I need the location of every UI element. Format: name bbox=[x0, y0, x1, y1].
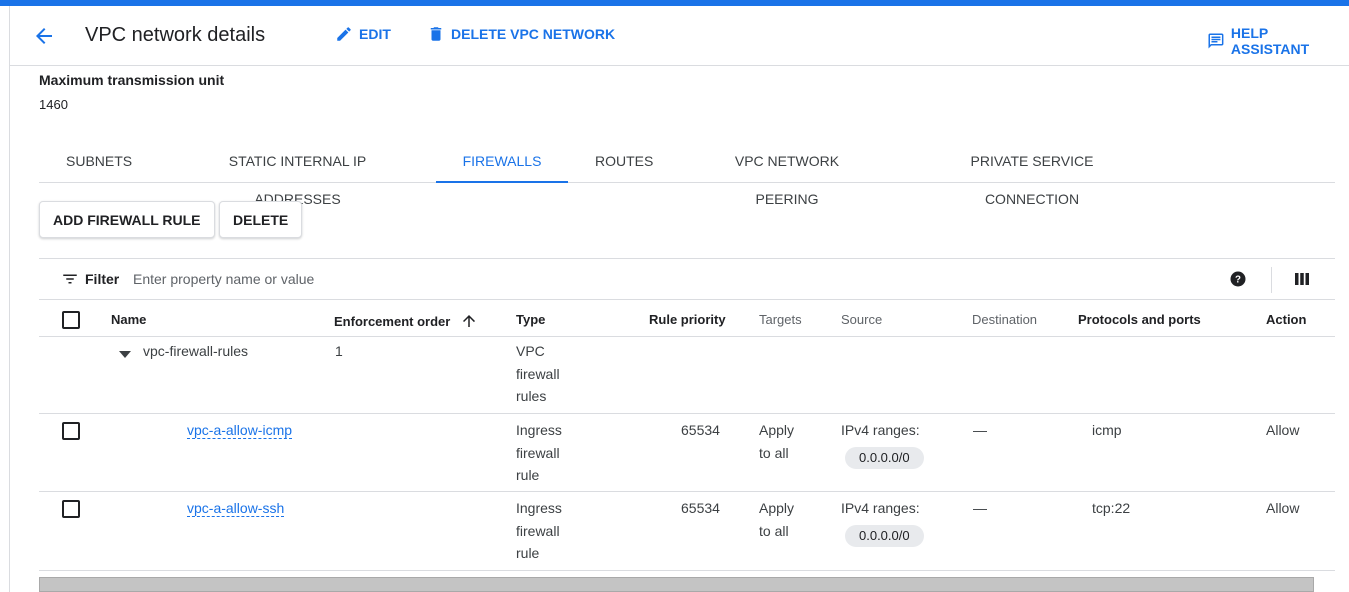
help-icon[interactable]: ? bbox=[1229, 270, 1247, 288]
tab-bar: SUBNETS STATIC INTERNAL IP ADDRESSES FIR… bbox=[39, 142, 1335, 207]
rule-name-cell: vpc-a-allow-icmp bbox=[187, 419, 293, 442]
enforcement-order-label: Enforcement order bbox=[334, 314, 451, 329]
rule-name-link[interactable]: vpc-a-allow-ssh bbox=[187, 500, 285, 517]
rule-type: Ingress firewall rule bbox=[516, 422, 562, 483]
rule-action: Allow bbox=[1266, 422, 1300, 438]
toolbar-divider bbox=[1271, 267, 1272, 293]
help-assistant-button[interactable]: HELP ASSISTANT bbox=[1207, 25, 1349, 57]
group-enforcement-order: 1 bbox=[335, 343, 343, 359]
rule-name-cell: vpc-a-allow-ssh bbox=[187, 497, 285, 520]
column-header-name[interactable]: Name bbox=[111, 312, 146, 327]
page-header: VPC network details EDIT DELETE VPC NETW… bbox=[10, 6, 1349, 66]
rule-protocols: icmp bbox=[1092, 422, 1122, 438]
help-assistant-label: HELP ASSISTANT bbox=[1230, 25, 1310, 57]
column-header-targets[interactable]: Targets bbox=[759, 312, 802, 327]
page-title: VPC network details bbox=[85, 24, 266, 46]
rule-destination: — bbox=[973, 422, 987, 438]
group-type: VPC firewall rules bbox=[516, 343, 560, 404]
trash-icon bbox=[430, 27, 442, 41]
left-divider bbox=[9, 6, 10, 592]
rule-name-link[interactable]: vpc-a-allow-icmp bbox=[187, 422, 293, 439]
select-all-checkbox[interactable] bbox=[62, 311, 80, 329]
filter-icon bbox=[61, 270, 79, 288]
add-firewall-rule-button[interactable]: ADD FIREWALL RULE bbox=[39, 201, 215, 238]
delete-vpc-network-button[interactable]: DELETE VPC NETWORK bbox=[427, 25, 615, 43]
group-row: vpc-firewall-rules 1 VPC firewall rules bbox=[39, 337, 1335, 414]
rule-source-label: IPv4 ranges: bbox=[841, 422, 920, 438]
filter-bar: Filter ? bbox=[39, 258, 1335, 300]
column-header-type[interactable]: Type bbox=[516, 312, 545, 327]
sort-arrow-up-icon bbox=[462, 315, 475, 327]
tab-static-internal-ip-addresses[interactable]: STATIC INTERNAL IP ADDRESSES bbox=[185, 142, 410, 207]
column-header-action[interactable]: Action bbox=[1266, 312, 1306, 327]
tab-subnets[interactable]: SUBNETS bbox=[66, 142, 132, 182]
horizontal-scrollbar[interactable] bbox=[39, 577, 1314, 592]
column-header-protocols-and-ports[interactable]: Protocols and ports bbox=[1078, 312, 1201, 327]
svg-text:?: ? bbox=[1235, 274, 1241, 285]
tab-routes[interactable]: ROUTES bbox=[595, 142, 653, 182]
rule-priority: 65534 bbox=[681, 500, 720, 516]
group-name: vpc-firewall-rules bbox=[143, 343, 249, 359]
mtu-value: 1460 bbox=[39, 97, 68, 112]
tab-vpc-network-peering[interactable]: VPC NETWORK PEERING bbox=[704, 142, 870, 207]
delete-vpc-network-label: DELETE VPC NETWORK bbox=[451, 26, 616, 42]
rule-priority: 65534 bbox=[681, 422, 720, 438]
table-row: vpc-a-allow-icmp Ingress firewall rule 6… bbox=[39, 414, 1335, 492]
pencil-icon bbox=[337, 27, 351, 41]
source-range-chip: 0.0.0.0/0 bbox=[845, 525, 924, 547]
rule-destination: — bbox=[973, 500, 987, 516]
chat-icon bbox=[1208, 33, 1224, 49]
filter-input[interactable] bbox=[133, 267, 633, 291]
tab-private-service-connection[interactable]: PRIVATE SERVICE CONNECTION bbox=[924, 142, 1140, 207]
rule-protocols: tcp:22 bbox=[1092, 500, 1131, 516]
filter-label: Filter bbox=[85, 271, 120, 287]
table-header: Name Enforcement order Type Rule priorit… bbox=[39, 301, 1335, 337]
rule-source-label: IPv4 ranges: bbox=[841, 500, 920, 516]
row-checkbox[interactable] bbox=[62, 500, 80, 518]
table-row: vpc-a-allow-ssh Ingress firewall rule 65… bbox=[39, 492, 1335, 571]
column-display-icon[interactable] bbox=[1294, 271, 1310, 287]
edit-label: EDIT bbox=[359, 26, 391, 42]
column-header-rule-priority[interactable]: Rule priority bbox=[649, 312, 726, 327]
column-header-destination[interactable]: Destination bbox=[972, 312, 1037, 327]
column-header-enforcement-order[interactable]: Enforcement order bbox=[334, 312, 478, 330]
rule-targets: Apply to all bbox=[759, 422, 795, 461]
back-arrow-icon[interactable] bbox=[32, 24, 56, 48]
source-range-chip: 0.0.0.0/0 bbox=[845, 447, 924, 469]
delete-button[interactable]: DELETE bbox=[219, 201, 303, 238]
rule-action: Allow bbox=[1266, 500, 1300, 516]
rule-targets: Apply to all bbox=[759, 500, 795, 539]
mtu-label: Maximum transmission unit bbox=[39, 72, 225, 88]
expand-triangle-icon[interactable] bbox=[119, 347, 131, 365]
rule-type: Ingress firewall rule bbox=[516, 500, 562, 561]
column-header-source[interactable]: Source bbox=[841, 312, 882, 327]
edit-button[interactable]: EDIT bbox=[335, 25, 391, 43]
tab-firewalls[interactable]: FIREWALLS bbox=[436, 142, 568, 183]
row-checkbox[interactable] bbox=[62, 422, 80, 440]
